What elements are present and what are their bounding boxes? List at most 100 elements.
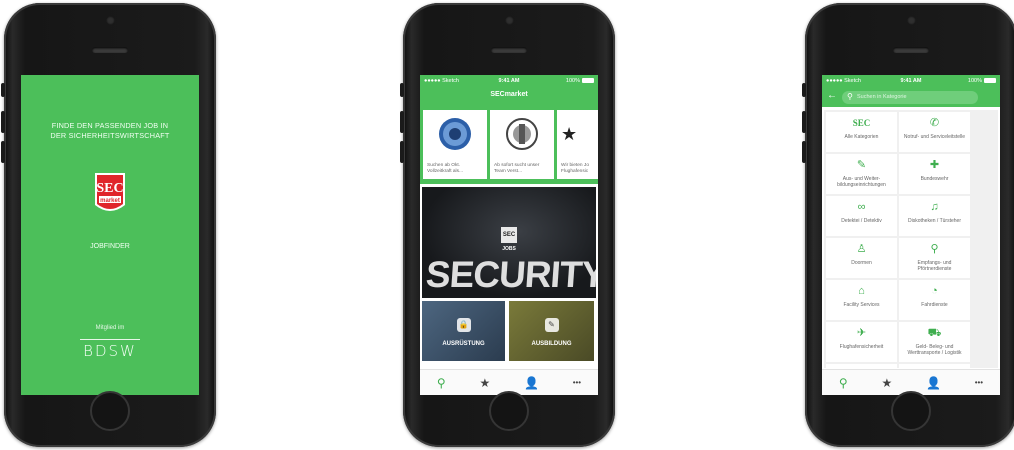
- category-label: Bundeswehr: [920, 176, 949, 182]
- logo-market-text: market: [100, 198, 120, 204]
- status-bar: ●●●●● Sketch 9:41 AM 100%: [822, 75, 1000, 87]
- back-arrow-icon[interactable]: ←: [827, 90, 837, 101]
- stars-icon: ★: [561, 123, 578, 144]
- volume-down-button: [400, 141, 404, 163]
- search-icon[interactable]: ⚲: [839, 376, 848, 390]
- more-icon[interactable]: •••: [573, 378, 581, 387]
- search-icon: ⚲: [847, 92, 853, 101]
- clock: 9:41 AM: [498, 78, 520, 84]
- sec-market-logo: SEC market: [95, 173, 125, 211]
- category-label: Aus- und Weiter-bildungseinrichtungen: [837, 176, 886, 188]
- binoculars-icon: ∞: [857, 201, 866, 213]
- page-title: SECmarket: [420, 87, 598, 103]
- front-camera: [105, 16, 115, 25]
- category-item[interactable]: ⛟ Geld- Beleg- und Werttransporte / Logi…: [899, 322, 970, 362]
- splash-screen: FINDE DEN PASSENDEN JOB IN DER SICHERHEI…: [21, 75, 199, 395]
- search-icon[interactable]: ⚲: [437, 376, 446, 390]
- job-card-thumbnail: [494, 114, 550, 154]
- user-icon[interactable]: 👤: [524, 376, 539, 390]
- mute-switch: [1, 83, 5, 97]
- phone-categories: ●●●●● Sketch 9:41 AM 100% ← ⚲ Suchen in …: [802, 3, 1014, 447]
- category-label: Diskotheken / Türsteher: [908, 218, 961, 224]
- jobfinder-label: JOBFINDER: [90, 243, 130, 250]
- front-camera: [906, 16, 916, 25]
- star-icon[interactable]: ★: [479, 376, 490, 390]
- airplane-icon: ✈: [856, 327, 867, 339]
- category-item[interactable]: ⚲ Empfangs- und Pförtnerdienste: [899, 238, 970, 278]
- search-placeholder: Suchen in Kategorie: [857, 94, 907, 100]
- mute-switch: [400, 83, 404, 97]
- bdsw-logo: BDSW: [80, 339, 140, 360]
- phone-splash: FINDE DEN PASSENDEN JOB IN DER SICHERHEI…: [1, 3, 216, 447]
- job-card-caption: Ab sofort sucht unser Team Verst...: [494, 163, 540, 174]
- job-card-thumbnail: [427, 114, 483, 154]
- job-card-caption: Wir bieten Jo Flughafensic: [561, 163, 589, 174]
- front-camera: [504, 16, 514, 25]
- phone-home: ●●●●● Sketch 9:41 AM 100% SECmarket Such…: [400, 3, 615, 447]
- headline-line-2: DER SICHERHEITSWIRTSCHAFT: [50, 131, 170, 140]
- category-label: Detektei / Detektiv: [841, 218, 882, 224]
- category-item[interactable]: ✈ Flughafensicherheit: [826, 322, 897, 362]
- job-card-caption: Suchen ab Okt. Vollzeitkraft als...: [427, 163, 463, 174]
- star-icon[interactable]: ★: [881, 376, 892, 390]
- job-card[interactable]: Ab sofort sucht unser Team Verst...: [490, 110, 554, 179]
- tile-ausruestung[interactable]: 🔒 AUSRÜSTUNG: [422, 301, 505, 361]
- earpiece-speaker: [893, 47, 929, 53]
- category-label: Geld- Beleg- und Werttransporte / Logist…: [907, 344, 962, 356]
- earpiece-speaker: [491, 47, 527, 53]
- user-icon[interactable]: 👤: [926, 376, 941, 390]
- tile-label: AUSBILDUNG: [531, 341, 572, 347]
- more-icon[interactable]: •••: [975, 378, 983, 387]
- pencil-icon: ✎: [856, 159, 867, 171]
- job-card[interactable]: Suchen ab Okt. Vollzeitkraft als...: [423, 110, 487, 179]
- house-icon: ⌂: [858, 285, 865, 297]
- category-label: Facility Services: [843, 302, 880, 308]
- job-cards-carousel[interactable]: Suchen ab Okt. Vollzeitkraft als... Ab s…: [420, 103, 598, 184]
- logo-sec-text: SEC: [96, 181, 123, 196]
- job-card-thumbnail: ★: [561, 114, 598, 154]
- category-grid: SEC Alle Kategorien ✆ Notruf- und Servic…: [824, 110, 998, 372]
- sec-icon: SEC: [852, 118, 871, 128]
- category-search-input[interactable]: ⚲ Suchen in Kategorie: [842, 91, 978, 104]
- hero-security-text: SECURITY: [424, 254, 596, 295]
- category-label: Flughafensicherheit: [839, 344, 884, 350]
- category-item[interactable]: ♫ Diskotheken / Türsteher: [899, 196, 970, 236]
- status-bar: ●●●●● Sketch 9:41 AM 100%: [420, 75, 598, 87]
- home-button[interactable]: [489, 391, 529, 431]
- volume-up-button: [1, 111, 5, 133]
- mute-switch: [802, 83, 806, 97]
- category-item[interactable]: ◔ Fahrdienste: [899, 280, 970, 320]
- category-item[interactable]: ♙ Doormen: [826, 238, 897, 278]
- category-label: Doormen: [851, 260, 872, 266]
- home-button[interactable]: [90, 391, 130, 431]
- tile-label: AUSRÜSTUNG: [442, 341, 485, 347]
- category-item[interactable]: ∞ Detektei / Detektiv: [826, 196, 897, 236]
- job-card[interactable]: ★ Wir bieten Jo Flughafensic: [557, 110, 598, 179]
- volume-up-button: [400, 111, 404, 133]
- category-item[interactable]: ⌂ Facility Services: [826, 280, 897, 320]
- volume-up-button: [802, 111, 806, 133]
- category-label: Fahrdienste: [921, 302, 948, 308]
- doorman-icon: ♙: [856, 243, 867, 255]
- category-item[interactable]: SEC Alle Kategorien: [826, 112, 897, 152]
- hero-jobs-label: JOBS: [502, 246, 516, 252]
- phone-icon: ✆: [929, 117, 940, 129]
- hero-sec-badge: SEC: [501, 227, 517, 243]
- category-label: Empfangs- und Pförtnerdienste: [917, 260, 952, 272]
- company-emblem-icon: [506, 118, 538, 150]
- speedometer-icon: ◔: [931, 285, 938, 297]
- lock-icon: 🔒: [456, 318, 471, 332]
- jobs-banner[interactable]: SEC JOBS SECURITY: [422, 187, 596, 298]
- tile-ausbildung[interactable]: ✎ AUSBILDUNG: [509, 301, 594, 361]
- volume-down-button: [802, 141, 806, 163]
- pencil-icon: ✎: [544, 318, 559, 332]
- headline-line-1: FINDE DEN PASSENDEN JOB IN: [51, 121, 169, 130]
- medical-cross-icon: ✚: [929, 159, 940, 171]
- home-button[interactable]: [891, 391, 931, 431]
- category-item[interactable]: ✎ Aus- und Weiter-bildungseinrichtungen: [826, 154, 897, 194]
- truck-icon: ⛟: [927, 327, 942, 339]
- category-item[interactable]: ✆ Notruf- und Serviceleitstelle: [899, 112, 970, 152]
- category-item[interactable]: ✚ Bundeswehr: [899, 154, 970, 194]
- police-badge-icon: [439, 118, 471, 150]
- clock: 9:41 AM: [900, 78, 922, 84]
